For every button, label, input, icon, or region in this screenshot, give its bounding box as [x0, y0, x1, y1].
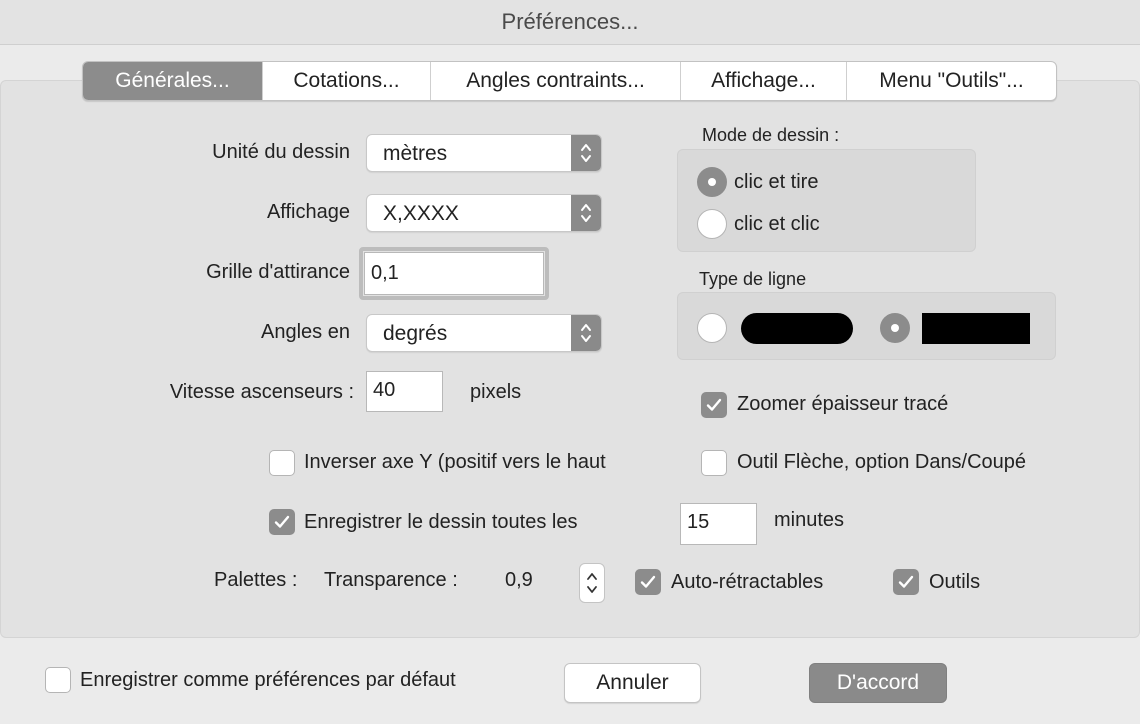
- tab-display[interactable]: Affichage...: [680, 62, 846, 100]
- tools-label: Outils: [929, 571, 981, 593]
- cancel-button[interactable]: Annuler: [564, 663, 701, 703]
- rounded-line-swatch: [741, 313, 853, 344]
- transparency-value: 0,9: [505, 569, 533, 591]
- tab-constrained-angles[interactable]: Angles contraints...: [430, 62, 680, 100]
- invert-y-checkbox[interactable]: [269, 450, 295, 476]
- line-type-radio-rounded[interactable]: [697, 313, 727, 343]
- grid-input[interactable]: 0,1: [364, 252, 544, 295]
- auto-retract-label: Auto-rétractables: [671, 571, 824, 593]
- draw-mode-radio-click[interactable]: [697, 209, 727, 239]
- transparency-label: Transparence :: [324, 569, 458, 591]
- autosave-minutes-input[interactable]: 15: [680, 503, 757, 545]
- transparency-stepper[interactable]: [579, 563, 605, 603]
- unit-select[interactable]: mètres: [366, 134, 602, 172]
- draw-mode-drag-label: clic et tire: [734, 171, 819, 193]
- checkmark-icon: [640, 575, 656, 588]
- zoom-label: Zoomer épaisseur tracé: [737, 393, 949, 415]
- tab-tools-menu[interactable]: Menu "Outils"...: [846, 62, 1056, 100]
- arrow-tool-checkbox[interactable]: [701, 450, 727, 476]
- tab-dimensions[interactable]: Cotations...: [262, 62, 430, 100]
- updown-chevron-icon: [587, 573, 597, 593]
- line-type-title: Type de ligne: [699, 269, 807, 289]
- grid-label: Grille d'attirance: [206, 261, 350, 283]
- display-label: Affichage: [266, 201, 350, 223]
- invert-y-label: Inverser axe Y (positif vers le haut: [304, 451, 606, 473]
- scroll-speed-input[interactable]: 40: [366, 371, 443, 412]
- ok-button[interactable]: D'accord: [809, 663, 947, 703]
- checkmark-icon: [706, 398, 722, 411]
- save-default-label: Enregistrer comme préférences par défaut: [80, 669, 456, 691]
- draw-mode-title: Mode de dessin :: [702, 125, 840, 145]
- grid-focus-ring: 0,1: [359, 247, 549, 300]
- checkmark-icon: [898, 575, 914, 588]
- save-default-checkbox[interactable]: [45, 667, 71, 693]
- autosave-checkbox[interactable]: [269, 509, 295, 535]
- unit-label: Unité du dessin: [212, 141, 350, 163]
- tools-checkbox[interactable]: [893, 569, 919, 595]
- updown-chevron-icon: [571, 135, 601, 171]
- angles-select[interactable]: degrés: [366, 314, 602, 352]
- draw-mode-group: [677, 149, 976, 252]
- tab-general[interactable]: Générales...: [83, 62, 262, 100]
- window-title: Préférences...: [0, 0, 1140, 45]
- line-type-radio-square[interactable]: [880, 313, 910, 343]
- updown-chevron-icon: [571, 315, 601, 351]
- scroll-speed-unit: pixels: [470, 381, 522, 403]
- auto-retract-checkbox[interactable]: [635, 569, 661, 595]
- square-line-swatch: [922, 313, 1030, 344]
- tab-bar: Générales... Cotations... Angles contrai…: [82, 61, 1057, 101]
- unit-select-value: mètres: [383, 142, 448, 165]
- draw-mode-click-label: clic et clic: [734, 213, 820, 235]
- arrow-tool-label: Outil Flèche, option Dans/Coupé: [737, 451, 1027, 473]
- zoom-checkbox[interactable]: [701, 392, 727, 418]
- autosave-unit: minutes: [774, 509, 845, 531]
- scroll-speed-label: Vitesse ascenseurs :: [169, 381, 354, 403]
- angles-select-value: degrés: [383, 322, 448, 345]
- display-format-select[interactable]: X,XXXX: [366, 194, 602, 232]
- checkmark-icon: [274, 515, 290, 528]
- draw-mode-radio-drag[interactable]: [697, 167, 727, 197]
- angles-label: Angles en: [261, 321, 350, 343]
- palettes-label: Palettes :: [214, 569, 298, 591]
- updown-chevron-icon: [571, 195, 601, 231]
- display-format-value: X,XXXX: [383, 202, 459, 225]
- autosave-label: Enregistrer le dessin toutes les: [304, 511, 578, 533]
